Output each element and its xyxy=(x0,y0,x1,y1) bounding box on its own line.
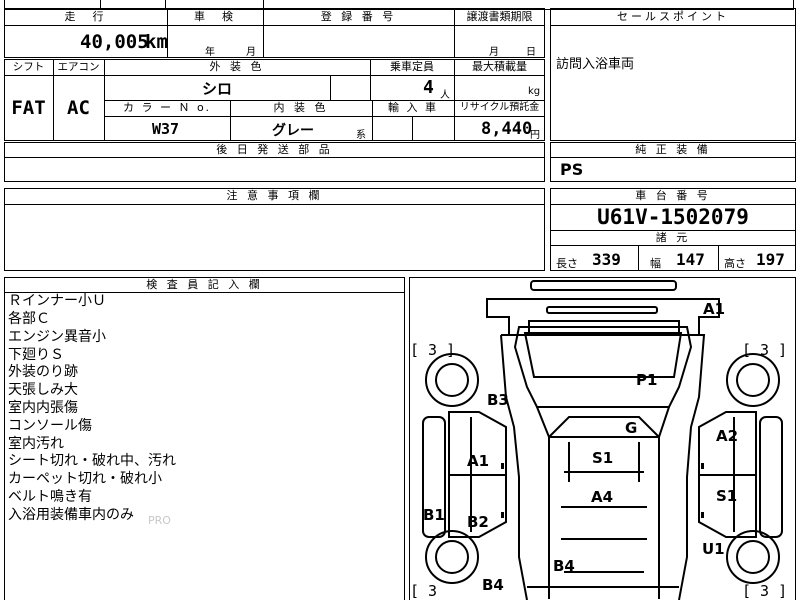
note-line: 入浴用装備車内のみ xyxy=(8,507,134,523)
damage-code-b4-left: B4 xyxy=(482,576,504,594)
aircon-header: エアコン xyxy=(57,61,100,73)
chassis-number-value: U61V-1502079 xyxy=(597,205,749,229)
front-bumper xyxy=(486,298,720,336)
wheel-front-right xyxy=(726,353,780,407)
damage-code-b3: B3 xyxy=(487,391,509,409)
damage-code-s1-right: S1 xyxy=(716,487,738,505)
aircon-value: AC xyxy=(67,97,90,119)
inspection-year-label: 年 xyxy=(205,47,215,58)
inspection-month-label: 月 xyxy=(246,47,256,58)
tire-mark-rear-right: [ 3 ] xyxy=(742,582,788,600)
height-label: 高さ xyxy=(724,257,746,270)
interior-color-header: 内 装 色 xyxy=(273,101,329,114)
transfer-deadline-header: 譲渡書類期限 xyxy=(466,10,533,23)
wheel-front-left xyxy=(425,353,479,407)
length-value: 339 xyxy=(592,250,621,269)
registration-header: 登 録 番 号 xyxy=(320,10,397,23)
tire-mark-rear-left: [ 3 xyxy=(410,582,438,600)
exterior-color-value: シロ xyxy=(202,80,233,98)
damage-code-a1-top: A1 xyxy=(703,300,726,318)
note-line: ベルト鳴き有 xyxy=(8,489,92,505)
hood xyxy=(513,326,693,408)
note-line: 各部Ｃ xyxy=(8,311,50,327)
damage-code-b4-center: B4 xyxy=(553,557,575,575)
tire-mark-front-left: [ 3 ] xyxy=(410,341,456,359)
inspector-notes-header: 検 査 員 記 入 欄 xyxy=(146,278,263,291)
interior-color-suffix: 系 xyxy=(356,130,366,141)
damage-code-u1: U1 xyxy=(702,540,725,558)
damage-code-b2: B2 xyxy=(467,513,489,531)
caution-header: 注 意 事 項 欄 xyxy=(226,189,323,202)
note-line: 室内内張傷 xyxy=(8,400,78,416)
note-line: 天張しみ大 xyxy=(8,382,78,398)
note-line: 室内汚れ xyxy=(8,436,64,452)
hood-inner xyxy=(523,332,683,378)
mileage-unit: km xyxy=(145,31,168,53)
recycle-header: リサイクル預託金 xyxy=(459,102,540,113)
damage-code-s1-center: S1 xyxy=(592,449,614,467)
note-line: シート切れ・破れ中、汚れ xyxy=(8,453,176,469)
genuine-equipment-value: PS xyxy=(560,160,584,179)
shift-header: シフト xyxy=(12,61,45,73)
front-bumper-slot xyxy=(546,306,658,314)
transfer-month-label: 月 xyxy=(489,47,499,58)
wheel-rear-right xyxy=(726,530,780,584)
width-label: 幅 xyxy=(650,257,661,270)
damage-code-a1-left: A1 xyxy=(467,452,490,470)
recycle-fee-unit: 円 xyxy=(530,130,540,141)
note-line: エンジン異音小 xyxy=(8,329,106,345)
mileage-header: 走 行 xyxy=(64,10,107,23)
damage-code-g: G xyxy=(625,419,638,437)
note-line: 下廻りＳ xyxy=(8,347,64,363)
sales-point-box xyxy=(550,8,796,141)
note-line: 外装のり跡 xyxy=(8,364,78,380)
max-load-header: 最大積載量 xyxy=(472,60,527,73)
chassis-number-header: 車 台 番 号 xyxy=(635,189,711,202)
interior-color-value: グレー xyxy=(272,123,314,139)
genuine-equipment-header: 純 正 装 備 xyxy=(635,143,711,156)
front-bumper-bar xyxy=(530,280,677,291)
specs-header: 諸 元 xyxy=(655,231,691,244)
capacity-value: 4 xyxy=(423,77,434,98)
damage-code-a4: A4 xyxy=(591,488,614,506)
transfer-day-label: 日 xyxy=(526,47,536,58)
exterior-color-header: 外 装 色 xyxy=(209,60,265,73)
load-unit: kg xyxy=(528,86,541,97)
recycle-fee-value: 8,440 xyxy=(481,119,533,139)
color-no-header: カ ラ ー Ｎ o. xyxy=(122,101,212,114)
capacity-header: 乗車定員 xyxy=(390,60,434,73)
tire-mark-front-right: [ 3 ] xyxy=(742,341,788,359)
damage-code-b1: B1 xyxy=(423,506,445,524)
sales-point-value: 訪問入浴車両 xyxy=(556,57,635,72)
watermark: PRO xyxy=(148,514,171,527)
note-line: コンソール傷 xyxy=(8,418,92,434)
capacity-unit: 人 xyxy=(440,90,450,101)
note-line: Ｒインナー小Ｕ xyxy=(8,293,106,309)
sales-point-header: セールスポイント xyxy=(617,10,729,23)
inspection-header: 車 検 xyxy=(194,10,236,23)
mileage-value: 40,005 xyxy=(80,31,149,53)
shift-value: FAT xyxy=(11,97,46,119)
inspector-notes-box xyxy=(4,277,405,600)
width-value: 147 xyxy=(676,250,705,269)
damage-code-a2: A2 xyxy=(716,427,739,445)
later-parts-header: 後 日 発 送 部 品 xyxy=(216,143,333,156)
import-header: 輸 入 車 xyxy=(388,101,438,114)
color-no-value: W37 xyxy=(152,120,180,138)
damage-code-p1: P1 xyxy=(636,371,658,389)
note-line: カーペット切れ・破れ小 xyxy=(8,471,162,487)
height-value: 197 xyxy=(756,250,785,269)
length-label: 長さ xyxy=(556,257,578,270)
wheel-rear-left xyxy=(425,530,479,584)
